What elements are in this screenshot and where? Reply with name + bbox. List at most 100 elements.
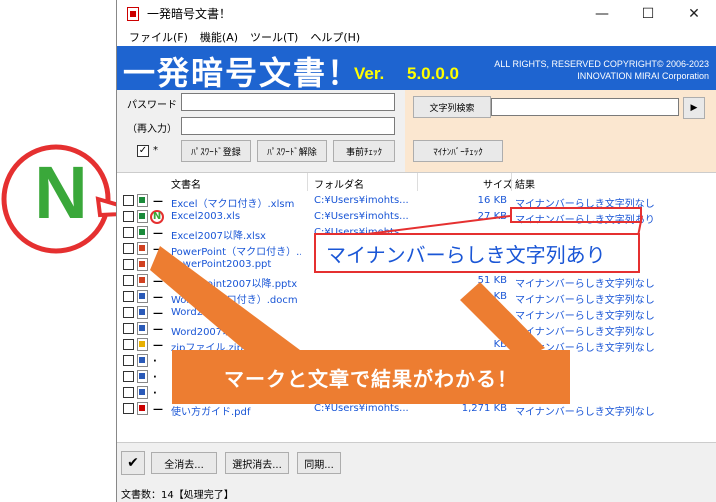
- row-checkbox[interactable]: [123, 211, 134, 222]
- sync-button[interactable]: 同期...: [297, 452, 341, 474]
- bottom-toolbar: ✔ 全消去... 選択消去... 同期...: [117, 442, 716, 482]
- string-search-button[interactable]: 文字列検索: [413, 96, 491, 118]
- table-row[interactable]: — PowerPoint2007以降.pptx 51 KB マイナンバーらしき文字列な…: [117, 273, 716, 290]
- banner-version-label: Ver.: [354, 64, 385, 83]
- banner-title: 一発暗号文書！: [123, 54, 362, 92]
- result-mark: ·: [153, 356, 157, 367]
- result-mark: —: [153, 308, 163, 319]
- file-icon: [137, 194, 148, 207]
- file-icon: [137, 226, 148, 239]
- check-all-button[interactable]: ✔: [121, 451, 145, 475]
- row-checkbox[interactable]: [123, 339, 134, 350]
- row-checkbox[interactable]: [123, 387, 134, 398]
- window-controls: — ☐ ✕: [579, 0, 716, 27]
- reenter-label: （再入力）: [127, 124, 177, 135]
- row-checkbox[interactable]: [123, 355, 134, 366]
- row-checkbox[interactable]: [123, 371, 134, 382]
- row-checkbox[interactable]: [123, 275, 134, 286]
- close-button[interactable]: ✕: [671, 0, 716, 27]
- result-mark: —: [153, 404, 163, 415]
- minimize-button[interactable]: —: [579, 0, 625, 27]
- document-name: PowerPoint2003.ppt: [171, 259, 272, 270]
- result-mark: —: [153, 340, 163, 351]
- result-mark: —: [153, 292, 163, 303]
- document-name: Excel2003.xls: [171, 211, 241, 222]
- document-name: Word（マクロ付き）.docm: [171, 295, 298, 306]
- result-mark: —: [153, 244, 163, 255]
- header-result[interactable]: 結果: [515, 176, 535, 191]
- document-name: PowerPoint2007以降.pptx: [171, 279, 298, 290]
- file-icon: [137, 338, 148, 351]
- maximize-button[interactable]: ☐: [625, 0, 671, 27]
- file-size: 1,271 KB: [461, 403, 507, 414]
- password-register-button[interactable]: ﾊﾟｽﾜｰﾄﾞ登録: [181, 140, 251, 162]
- folder-name: C:¥Users¥imohts...: [314, 403, 409, 414]
- show-password-checkbox[interactable]: ✓: [137, 145, 149, 157]
- document-name: 使い方ガイド.pdf: [171, 407, 251, 418]
- header-name[interactable]: 文書名: [171, 176, 201, 191]
- list-header: 文書名 フォルダ名 サイズ 結果: [117, 173, 716, 191]
- mynumber-check-button[interactable]: ﾏｲﾅﾝﾊﾞｰﾁｪｯｸ: [413, 140, 503, 162]
- row-checkbox[interactable]: [123, 227, 134, 238]
- header-folder[interactable]: フォルダ名: [314, 176, 364, 191]
- file-icon: [137, 306, 148, 319]
- password-panel: パスワード （再入力） ✓ * ﾊﾟｽﾜｰﾄﾞ登録 ﾊﾟｽﾜｰﾄﾞ解除 事前ﾁｪ…: [117, 90, 403, 172]
- folder-name: C:¥Users¥imohts...: [314, 195, 409, 206]
- result-callout: マイナンバーらしき文字列あり: [314, 233, 640, 273]
- banner-version: 5.0.0.0: [407, 64, 459, 83]
- password-reenter-input[interactable]: [181, 117, 395, 135]
- file-icon: [137, 370, 148, 383]
- table-row[interactable]: — Word2007以降.docx KB マイナンバーらしき文字列なし: [117, 321, 716, 338]
- clear-all-button[interactable]: 全消去...: [151, 452, 217, 474]
- menu-bar: ファイル(F) 機能(A) ツール(T) ヘルプ(H): [117, 27, 716, 46]
- file-icon: [137, 322, 148, 335]
- document-name: Excel2007以降.xlsx: [171, 231, 266, 242]
- search-go-button[interactable]: ▶: [683, 97, 705, 119]
- table-row[interactable]: — Word（マクロ付き）.docm KB マイナンバーらしき文字列なし: [117, 289, 716, 306]
- document-name: Word2003.doc: [171, 307, 244, 318]
- status-bar: 文書数：14【処理完了】: [117, 482, 716, 502]
- row-checkbox[interactable]: [123, 243, 134, 254]
- menu-tools[interactable]: ツール(T): [244, 29, 304, 45]
- result-mark: —: [153, 196, 163, 207]
- menu-function[interactable]: 機能(A): [194, 29, 244, 45]
- show-password-label: *: [153, 145, 158, 156]
- header-size[interactable]: サイズ: [483, 176, 513, 191]
- password-input[interactable]: [181, 93, 395, 111]
- file-icon: [137, 274, 148, 287]
- search-input[interactable]: [491, 98, 679, 116]
- result-mark: ·: [153, 388, 157, 399]
- result-mark: —: [153, 228, 163, 239]
- row-checkbox[interactable]: [123, 307, 134, 318]
- table-row[interactable]: — Word2003.doc KB マイナンバーらしき文字列なし: [117, 305, 716, 322]
- title-bar: 一発暗号文書！ — ☐ ✕: [117, 0, 716, 27]
- file-icon: [137, 402, 148, 415]
- check-result: マイナンバーらしき文字列なし: [515, 311, 655, 322]
- file-icon: [137, 290, 148, 303]
- file-icon: [137, 386, 148, 399]
- password-remove-button[interactable]: ﾊﾟｽﾜｰﾄﾞ解除: [257, 140, 327, 162]
- copyright-line-1: ALL RIGHTS, RESERVED COPYRIGHT© 2006-202…: [494, 59, 709, 69]
- folder-name: C:¥Users¥imohts...: [314, 211, 409, 222]
- row-checkbox[interactable]: [123, 291, 134, 302]
- menu-file[interactable]: ファイル(F): [123, 29, 194, 45]
- menu-help[interactable]: ヘルプ(H): [304, 29, 366, 45]
- file-icon: [137, 242, 148, 255]
- result-mark: —: [153, 260, 163, 271]
- document-name: Word2007以降.docx: [171, 327, 270, 338]
- window-title: 一発暗号文書！: [147, 7, 232, 21]
- document-name: Excel（マクロ付き）.xlsm: [171, 199, 295, 210]
- file-size: 51 KB: [477, 275, 507, 286]
- result-mark: —: [153, 324, 163, 335]
- row-checkbox[interactable]: [123, 195, 134, 206]
- precheck-button[interactable]: 事前ﾁｪｯｸ: [333, 140, 395, 162]
- result-highlight-box: [510, 207, 642, 223]
- password-label: パスワード: [127, 100, 177, 111]
- row-checkbox[interactable]: [123, 323, 134, 334]
- file-size: 16 KB: [477, 195, 507, 206]
- row-checkbox[interactable]: [123, 259, 134, 270]
- row-checkbox[interactable]: [123, 403, 134, 414]
- product-banner: 一発暗号文書！ Ver. 5.0.0.0 ALL RIGHTS, RESERVE…: [117, 46, 716, 92]
- n-mark-large: N: [34, 151, 88, 234]
- clear-selected-button[interactable]: 選択消去...: [225, 452, 289, 474]
